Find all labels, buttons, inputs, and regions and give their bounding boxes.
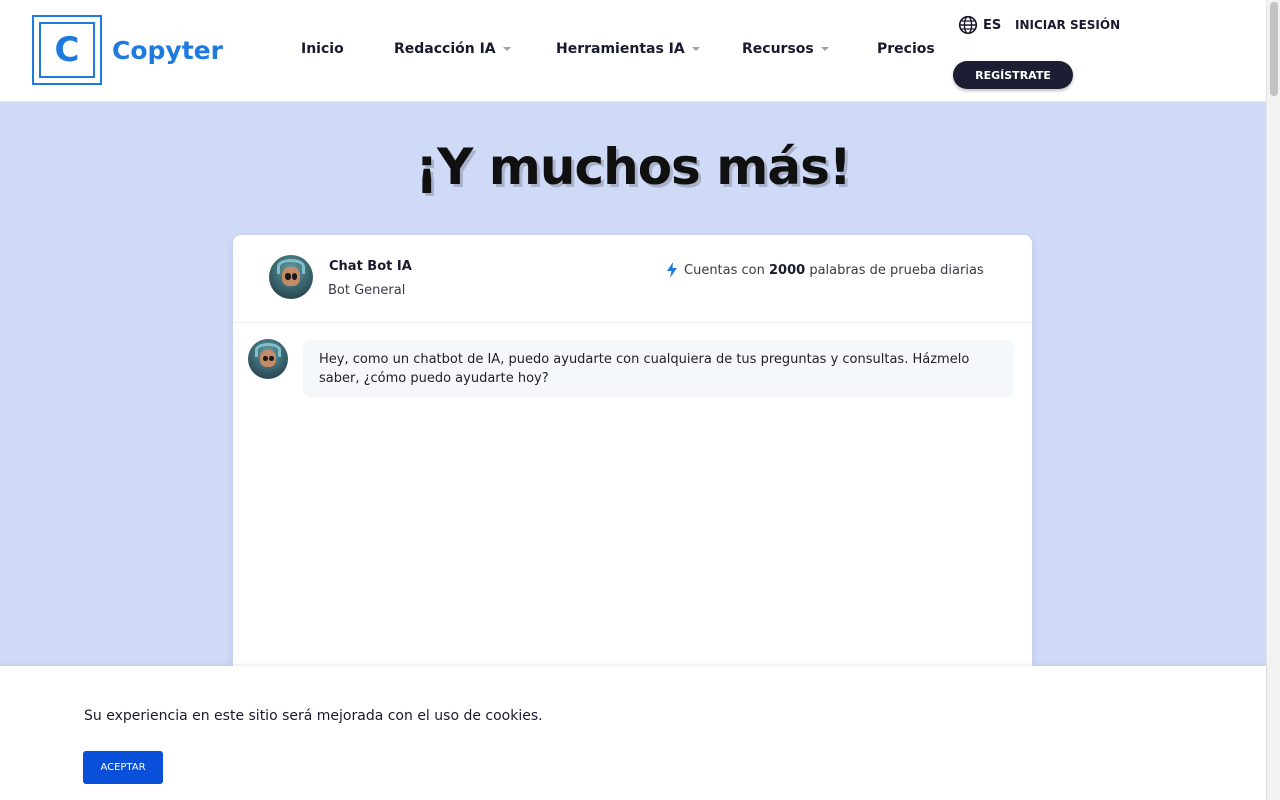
bot-avatar <box>269 255 313 299</box>
message-avatar <box>248 339 288 379</box>
login-link[interactable]: INICIAR SESIÓN <box>1015 18 1120 32</box>
lightning-icon <box>667 262 677 278</box>
cookie-banner: Su experiencia en este sitio será mejora… <box>0 666 1266 800</box>
bot-name: Chat Bot IA <box>329 259 412 274</box>
globe-icon <box>958 15 978 35</box>
accept-cookies-button[interactable]: ACEPTAR <box>83 751 163 784</box>
page-title: ¡Y muchos más! <box>415 138 851 196</box>
nav-item-label: Precios <box>877 41 935 57</box>
nav-item-label: Inicio <box>301 41 344 57</box>
nav-item-recursos[interactable]: Recursos <box>742 41 829 57</box>
nav-item-label: Herramientas IA <box>556 41 685 57</box>
bot-message: Hey, como un chatbot de IA, puedo ayudar… <box>303 340 1014 398</box>
word-quota: Cuentas con 2000 palabras de prueba diar… <box>666 262 984 278</box>
bot-role: Bot General <box>328 283 406 298</box>
quota-suffix: palabras de prueba diarias <box>809 262 984 278</box>
cookie-text: Su experiencia en este sitio será mejora… <box>84 708 543 724</box>
brand-logo[interactable]: C Copyter <box>32 15 223 85</box>
logo-icon: C <box>32 15 102 85</box>
site-header: C Copyter Inicio Redacción IA Herramient… <box>0 0 1266 102</box>
page-scrollbar[interactable] <box>1266 0 1280 800</box>
scrollbar-thumb[interactable] <box>1270 2 1278 96</box>
brand-name: Copyter <box>112 35 223 65</box>
chevron-down-icon <box>502 47 511 51</box>
nav-item-redaccion-ia[interactable]: Redacción IA <box>394 41 511 57</box>
chat-header: Chat Bot IA Bot General Cuentas con 2000… <box>233 235 1032 323</box>
logo-letter: C <box>54 30 80 70</box>
chevron-down-icon <box>820 47 829 51</box>
nav-item-label: Recursos <box>742 41 814 57</box>
nav-item-inicio[interactable]: Inicio <box>301 41 344 57</box>
chat-card: Chat Bot IA Bot General Cuentas con 2000… <box>233 235 1032 675</box>
register-button[interactable]: REGÍSTRATE <box>953 61 1073 89</box>
nav-item-herramientas-ia[interactable]: Herramientas IA <box>556 41 700 57</box>
quota-words: 2000 <box>769 262 806 278</box>
language-selector[interactable]: ES <box>958 15 1001 35</box>
nav-item-label: Redacción IA <box>394 41 496 57</box>
language-label: ES <box>983 17 1002 33</box>
nav-item-precios[interactable]: Precios <box>877 41 935 57</box>
quota-prefix: Cuentas con <box>684 262 765 278</box>
chevron-down-icon <box>691 47 700 51</box>
